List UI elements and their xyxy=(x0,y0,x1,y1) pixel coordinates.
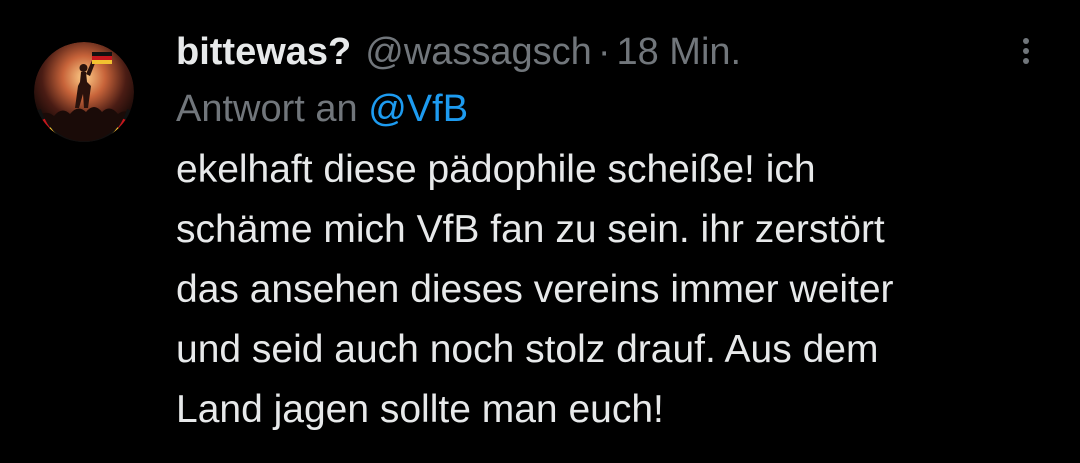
author-display-name[interactable]: bittewas? xyxy=(176,24,351,80)
tweet-header: bittewas? @wassagsch · 18 Min. xyxy=(176,24,1040,80)
tweet-timestamp[interactable]: 18 Min. xyxy=(616,24,741,80)
tweet[interactable]: bittewas? @wassagsch · 18 Min. Antwort a… xyxy=(0,0,1080,463)
tweet-text-line: ekelhaft diese pädophile scheiße! ich xyxy=(176,148,816,191)
tweet-text-line: schäme mich VfB fan zu sein. ihr zerstör… xyxy=(176,208,885,251)
tweet-content: bittewas? @wassagsch · 18 Min. Antwort a… xyxy=(176,24,1040,440)
author-handle[interactable]: @wassagsch xyxy=(365,24,592,80)
reply-context: Antwort an @VfB xyxy=(176,84,1040,134)
tweet-text-line: und seid auch noch stolz drauf. Aus dem xyxy=(176,328,879,371)
more-dot xyxy=(1023,38,1029,44)
reply-prefix: Antwort an xyxy=(176,88,358,130)
profile-avatar[interactable] xyxy=(34,42,134,142)
more-dot xyxy=(1023,48,1029,54)
tweet-text-line: Land jagen sollte man euch! xyxy=(176,388,664,431)
more-vertical-icon[interactable] xyxy=(1018,38,1034,74)
separator-dot: · xyxy=(597,31,611,73)
avatar-image xyxy=(34,42,134,142)
tweet-text-line: das ansehen dieses vereins immer weiter xyxy=(176,268,894,311)
reply-target-link[interactable]: @VfB xyxy=(368,88,468,130)
tweet-text: ekelhaft diese pädophile scheiße! ich sc… xyxy=(176,140,1056,440)
more-dot xyxy=(1023,58,1029,64)
